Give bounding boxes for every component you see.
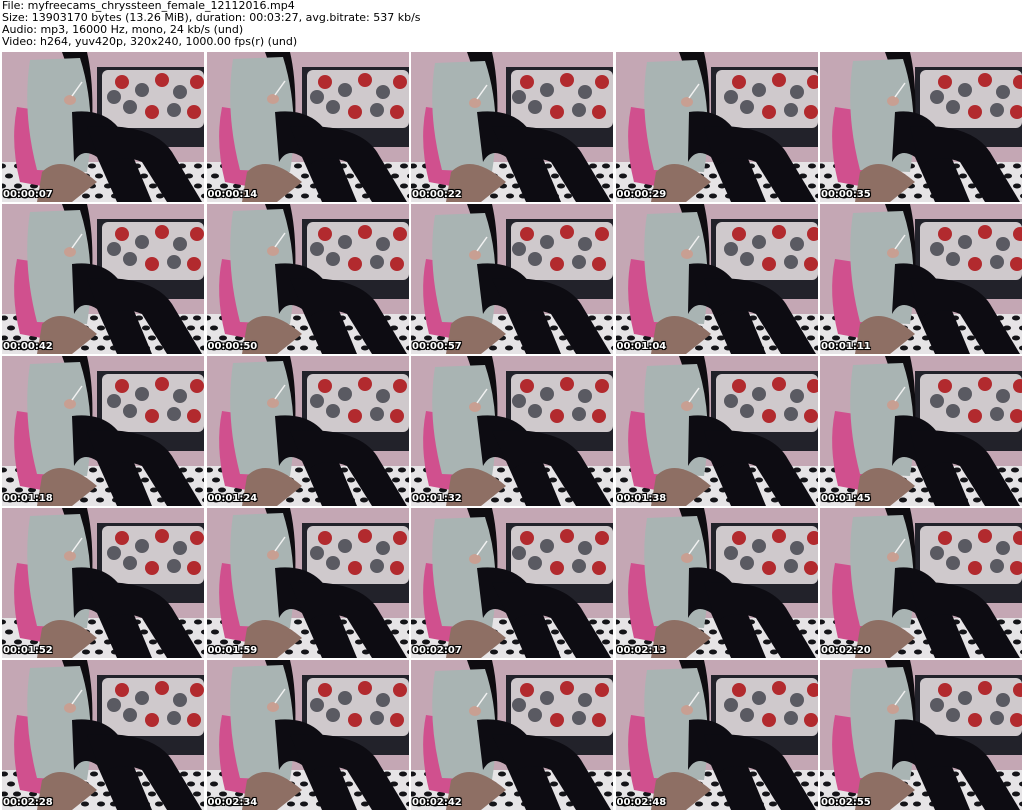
video-thumbnail: 00:01:24: [206, 356, 409, 506]
thumbnail-frame-image: [615, 204, 818, 354]
video-thumbnail: 00:01:59: [206, 508, 409, 658]
video-info-line: Video: h264, yuv420p, 320x240, 1000.00 f…: [2, 36, 298, 48]
thumbnail-frame-image: [411, 356, 613, 506]
thumbnail-timestamp: 00:01:52: [3, 645, 53, 656]
video-thumbnail: 00:02:07: [411, 508, 613, 658]
thumbnail-timestamp: 00:01:04: [616, 341, 667, 352]
video-thumbnail: 00:01:04: [615, 204, 818, 354]
thumbnail-timestamp: 00:00:07: [3, 189, 53, 200]
video-thumbnail: 00:01:38: [615, 356, 818, 506]
video-thumbnail: 00:00:22: [411, 52, 613, 202]
thumbnail-frame-image: [206, 508, 409, 658]
video-thumbnail: 00:00:29: [615, 52, 818, 202]
thumbnail-timestamp: 00:02:28: [3, 797, 53, 808]
thumbnail-timestamp: 00:02:13: [616, 645, 667, 656]
thumbnail-frame-image: [2, 52, 204, 202]
thumbnail-timestamp: 00:02:55: [821, 797, 871, 808]
video-thumbnail: 00:02:55: [820, 660, 1022, 810]
video-thumbnail: 00:01:32: [411, 356, 613, 506]
thumbnail-frame-image: [2, 660, 204, 810]
thumbnail-timestamp: 00:00:22: [412, 189, 462, 200]
thumbnail-timestamp: 00:02:48: [616, 797, 667, 808]
thumbnail-frame-image: [820, 660, 1022, 810]
video-thumbnail: 00:00:57: [411, 204, 613, 354]
video-thumbnail: 00:00:50: [206, 204, 409, 354]
thumbnail-frame-image: [411, 508, 613, 658]
thumbnail-timestamp: 00:00:29: [616, 189, 667, 200]
thumbnail-timestamp: 00:01:24: [207, 493, 258, 504]
thumbnail-frame-image: [411, 660, 613, 810]
thumbnail-timestamp: 00:02:34: [207, 797, 258, 808]
thumbnail-frame-image: [206, 52, 409, 202]
video-thumbnail: 00:02:20: [820, 508, 1022, 658]
thumbnail-timestamp: 00:01:18: [3, 493, 53, 504]
thumbnail-grid: 00:00:07 00:00:14 00:00:22 00:00:29 00:00:35…: [2, 52, 1022, 810]
video-thumbnail: 00:02:34: [206, 660, 409, 810]
thumbnail-frame-image: [615, 508, 818, 658]
video-thumbnail: 00:01:18: [2, 356, 204, 506]
video-thumbnail: 00:00:35: [820, 52, 1022, 202]
thumbnail-timestamp: 00:01:45: [821, 493, 871, 504]
thumbnail-frame-image: [615, 356, 818, 506]
thumbnail-frame-image: [411, 204, 613, 354]
thumbnail-frame-image: [206, 204, 409, 354]
audio-info-line: Audio: mp3, 16000 Hz, mono, 24 kb/s (und…: [2, 24, 244, 36]
thumbnail-frame-image: [411, 52, 613, 202]
video-thumbnail: 00:00:07: [2, 52, 204, 202]
thumbnail-timestamp: 00:02:20: [821, 645, 871, 656]
thumbnail-timestamp: 00:02:07: [412, 645, 462, 656]
thumbnail-frame-image: [820, 356, 1022, 506]
video-thumbnail: 00:01:52: [2, 508, 204, 658]
video-thumbnail: 00:02:48: [615, 660, 818, 810]
video-thumbnail: 00:02:28: [2, 660, 204, 810]
thumbnail-frame-image: [206, 356, 409, 506]
thumbnail-timestamp: 00:01:32: [412, 493, 462, 504]
thumbnail-frame-image: [820, 52, 1022, 202]
thumbnail-timestamp: 00:01:11: [821, 341, 871, 352]
thumbnail-timestamp: 00:00:35: [821, 189, 871, 200]
file-name-line: File: myfreecams_chryssteen_female_12112…: [2, 0, 295, 12]
thumbnail-frame-image: [2, 356, 204, 506]
thumbnail-timestamp: 00:00:50: [207, 341, 258, 352]
thumbnail-timestamp: 00:01:38: [616, 493, 667, 504]
video-thumbnail: 00:00:14: [206, 52, 409, 202]
info-header: File: myfreecams_chryssteen_female_12112…: [2, 0, 1020, 50]
thumbnail-timestamp: 00:00:42: [3, 341, 53, 352]
video-thumbnail: 00:00:42: [2, 204, 204, 354]
video-thumbnail: 00:02:42: [411, 660, 613, 810]
thumbnail-frame-image: [2, 508, 204, 658]
thumbnail-frame-image: [615, 52, 818, 202]
thumbnail-timestamp: 00:00:14: [207, 189, 258, 200]
thumbnail-frame-image: [615, 660, 818, 810]
thumbnail-timestamp: 00:02:42: [412, 797, 462, 808]
thumbnail-frame-image: [2, 204, 204, 354]
thumbnail-frame-image: [206, 660, 409, 810]
video-thumbnail: 00:01:11: [820, 204, 1022, 354]
video-thumbnail: 00:01:45: [820, 356, 1022, 506]
thumbnail-timestamp: 00:00:57: [412, 341, 462, 352]
thumbnail-timestamp: 00:01:59: [207, 645, 258, 656]
thumbnail-frame-image: [820, 204, 1022, 354]
video-thumbnail: 00:02:13: [615, 508, 818, 658]
file-size-line: Size: 13903170 bytes (13.26 MiB), durati…: [2, 12, 421, 24]
thumbnail-frame-image: [820, 508, 1022, 658]
